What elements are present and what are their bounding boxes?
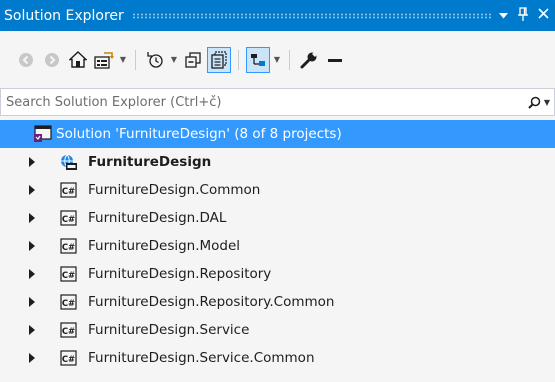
panel-title: Solution Explorer (4, 7, 124, 24)
tree-item-project[interactable]: C# FurnitureDesign.Common (0, 176, 555, 204)
tree-item-project[interactable]: C# FurnitureDesign.Repository.Common (0, 288, 555, 316)
forward-icon[interactable] (40, 47, 64, 73)
expand-arrow-icon[interactable] (29, 353, 35, 363)
properties-icon[interactable] (297, 47, 321, 73)
tree-item-project[interactable]: C# FurnitureDesign.DAL (0, 204, 555, 232)
solution-label: Solution 'FurnitureDesign' (8 of 8 proje… (56, 126, 342, 142)
project-label: FurnitureDesign.Model (88, 238, 241, 254)
project-label: FurnitureDesign.Repository (88, 266, 272, 282)
expand-arrow-icon[interactable] (29, 325, 35, 335)
project-label: FurnitureDesign.Service.Common (88, 350, 315, 366)
csharp-project-icon: C# (60, 294, 77, 310)
project-label: FurnitureDesign.DAL (88, 210, 227, 226)
csharp-project-icon: C# (60, 210, 77, 226)
svg-text:C#: C# (62, 355, 75, 365)
expand-arrow-icon[interactable] (29, 241, 35, 251)
expand-arrow-icon[interactable] (29, 157, 35, 167)
solution-icon (34, 125, 52, 142)
svg-text:C#: C# (62, 187, 75, 197)
drag-grip[interactable] (131, 12, 491, 19)
pending-changes-dropdown-icon[interactable]: ▼ (169, 47, 179, 73)
svg-text:C#: C# (62, 243, 75, 253)
csharp-project-icon: C# (60, 350, 77, 366)
expand-arrow-icon[interactable] (29, 213, 35, 223)
close-icon[interactable] (538, 8, 549, 23)
expand-arrow-icon[interactable] (29, 185, 35, 195)
switch-views-dropdown-icon[interactable]: ▼ (118, 47, 128, 73)
search-input[interactable] (1, 89, 520, 115)
solution-node[interactable]: Solution 'FurnitureDesign' (8 of 8 proje… (0, 120, 555, 148)
chevron-down-icon: ▼ (543, 97, 550, 107)
preview-dropdown-icon[interactable]: ▼ (272, 47, 282, 73)
preview-selected-items-icon[interactable] (246, 46, 270, 73)
title-bar[interactable]: Solution Explorer (0, 0, 555, 31)
project-label: FurnitureDesign (88, 154, 212, 170)
back-icon[interactable] (14, 47, 38, 73)
search-box: ▼ (0, 88, 555, 116)
csharp-project-icon: C# (60, 238, 77, 254)
pin-icon[interactable] (518, 6, 528, 25)
solution-tree: Solution 'FurnitureDesign' (8 of 8 proje… (0, 116, 555, 382)
csharp-project-icon: C# (60, 182, 77, 198)
csharp-project-icon: C# (60, 322, 77, 338)
collapse-all-icon[interactable] (181, 47, 205, 73)
svg-text:C#: C# (62, 299, 75, 309)
project-label: FurnitureDesign.Common (88, 182, 261, 198)
search-icon (528, 96, 541, 109)
tree-item-project[interactable]: C# FurnitureDesign.Model (0, 232, 555, 260)
home-icon[interactable] (66, 47, 90, 73)
svg-text:C#: C# (62, 271, 75, 281)
window-position-dropdown-icon[interactable] (499, 8, 508, 23)
project-label: FurnitureDesign.Service (88, 322, 250, 338)
expand-arrow-icon[interactable] (29, 269, 35, 279)
svg-text:C#: C# (62, 327, 75, 337)
tree-item-project[interactable]: FurnitureDesign (0, 148, 555, 176)
solution-explorer-panel: Solution Explorer ▼ ▼ ▼ Search Solution … (0, 0, 555, 382)
project-label: FurnitureDesign.Repository.Common (88, 294, 335, 310)
toolbar-separator (135, 49, 136, 70)
switch-views-icon[interactable] (92, 47, 116, 73)
web-project-icon (61, 154, 77, 170)
tree-item-project[interactable]: C# FurnitureDesign.Repository (0, 260, 555, 288)
csharp-project-icon: C# (60, 266, 77, 282)
tree-item-project[interactable]: C# FurnitureDesign.Service.Common (0, 344, 555, 372)
expand-arrow-icon[interactable] (29, 297, 35, 307)
show-all-files-icon[interactable] (207, 46, 231, 73)
minus-icon[interactable] (323, 47, 347, 73)
toolbar: ▼ ▼ ▼ (0, 31, 555, 88)
pending-changes-filter-icon[interactable] (143, 47, 167, 73)
search-options[interactable]: ▼ (520, 96, 554, 109)
svg-text:C#: C# (62, 215, 75, 225)
toolbar-separator (289, 49, 290, 70)
tree-item-project[interactable]: C# FurnitureDesign.Service (0, 316, 555, 344)
toolbar-separator (238, 49, 239, 70)
